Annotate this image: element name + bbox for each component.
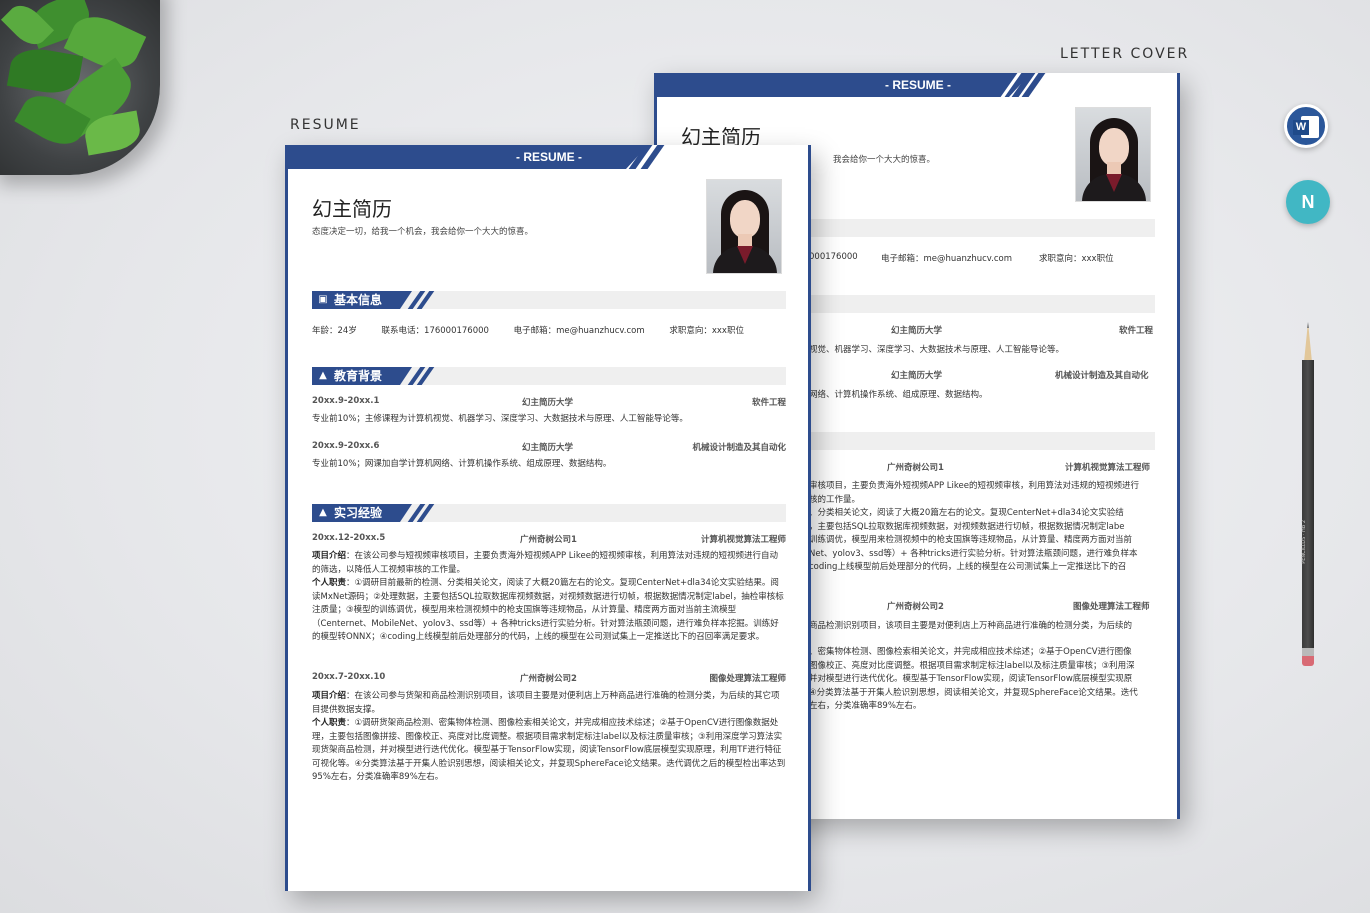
exp-line: 并对模型进行迭代优化。模型基于TensorFlow实现，阅读TensorFlow… (809, 674, 1133, 684)
exp-detail: 项目介绍：在该公司参与短视频审核项目，主要负责海外短视频APP Likee的短视… (312, 550, 786, 645)
exp-period: 20xx.12-20xx.5 (312, 533, 386, 543)
section-bar (807, 219, 1155, 237)
letter-cover-label: LETTER COVER (1060, 46, 1190, 62)
edu-school: 幻主简历大学 (522, 398, 574, 408)
edu-desc: 专业前10%；主修课程为计算机视觉、机器学习、深度学习、大数据技术与原理、人工智… (312, 414, 688, 424)
exp-role: 计算机视觉算法工程师 (1065, 463, 1151, 473)
exp-detail: 项目介绍：在该公司参与货架和商品检测识别项目，该项目主要是对便利店上万种商品进行… (312, 690, 786, 785)
edu-major: 机械设计制造及其自动化 (1055, 371, 1149, 381)
exp-line: 左右，分类准确率89%左右。 (809, 701, 922, 711)
basic-info-row: 年龄：24岁 联系电话：176000176000 电子邮箱：me@huanzhu… (312, 324, 766, 336)
pencil-label: PENCILLUS · HB 2 (1301, 520, 1307, 564)
duty-text: ：①调研货架商品检测、密集物体检测、图像检索相关论文，并完成相应技术综述；②基于… (312, 718, 786, 782)
section-title: 实习经验 (334, 506, 383, 520)
duty-label: 个人职责 (312, 578, 347, 588)
exp-line: ，主要包括SQL拉取数据库视频数据，对视频数据进行切帧，根据数据情况制定labe (809, 522, 1125, 532)
graduation-cap-icon: ▲ (319, 507, 327, 518)
section-bar (807, 295, 1155, 313)
exp-line: coding上线模型前后处理部分的代码，上线的模型在公司测试集上一定推送比下的召 (809, 562, 1127, 572)
resume-name: 幻主简历 (312, 197, 392, 221)
id-card-icon: ▣ (318, 294, 328, 305)
info-intent: 求职意向：xxx职位 (1039, 254, 1114, 264)
duty-label: 个人职责 (312, 718, 347, 728)
top-banner: - RESUME - (288, 145, 808, 169)
exp-line: 训练调优，模型用来检测视频中的枪支国旗等违规物品，从计算量、精度两方面对当前 (809, 535, 1133, 545)
banner-title: - RESUME - (516, 150, 582, 164)
edu-major: 软件工程 (1119, 326, 1154, 336)
exp-line: 核的工作量。 (809, 495, 861, 505)
edu-school: 幻主简历大学 (891, 371, 943, 381)
edu-period: 20xx.9-20xx.6 (312, 441, 380, 451)
exp-line: Net、yolov3、ssd等）+ 各种tricks进行实验分析。针对算法瓶颈问… (809, 549, 1138, 559)
experience-entry-head: 20xx.12-20xx.5 广州奇树公司1 计算机视觉算法工程师 (312, 533, 786, 545)
top-banner: - RESUME - (657, 73, 1177, 97)
edu-period: 20xx.9-20xx.1 (312, 396, 380, 406)
exp-role: 图像处理算法工程师 (709, 674, 786, 684)
edu-desc: 专业前10%；网课加自学计算机网络、计算机操作系统、组成原理、数据结构。 (312, 459, 612, 469)
exp-line: ④分类算法基于开集人脸识别思想，阅读相关论文，并复现SphereFace论文结果… (809, 688, 1138, 698)
graduation-cap-icon: ▲ (319, 370, 327, 381)
exp-company: 广州奇树公司1 (520, 535, 577, 545)
section-title: 教育背景 (334, 369, 383, 383)
edu-major: 软件工程 (751, 398, 786, 408)
intro-text: ：在该公司参与短视频审核项目，主要负责海外短视频APP Likee的短视频审核，… (312, 551, 778, 575)
exp-line: 商品检测识别项目，该项目主要是对便利店上万种商品进行准确的检测分类，为后续的 (809, 621, 1133, 631)
intro-label: 项目介绍 (312, 691, 347, 701)
info-phone: 联系电话：176000176000 (381, 326, 489, 336)
edu-desc: 网络、计算机操作系统、组成原理、数据结构。 (809, 390, 988, 400)
info-phone: 000176000 (809, 252, 858, 262)
duty-text: ：①调研目前最新的检测、分类相关论文，阅读了大概20篇左右的论文。复现Cente… (312, 578, 784, 642)
resume-sheet: - RESUME - 幻主简历 态度决定一切，给我一个机会，我会给你一个大大的惊… (285, 145, 811, 891)
banner-title: - RESUME - (885, 78, 951, 92)
pencil-decoration (1300, 322, 1316, 672)
section-basic: ▣ 基本信息 (312, 291, 786, 309)
info-intent: 求职意向：xxx职位 (669, 326, 744, 336)
education-entry-head: 20xx.9-20xx.6 幻主简历大学 机械设计制造及其自动化 (312, 441, 786, 453)
info-email: 电子邮箱：me@huanzhucv.com (513, 326, 645, 336)
exp-line: 、密集物体检测、图像检索相关论文，并完成相应技术综述；②基于OpenCV进行图像 (809, 647, 1132, 657)
exp-line: 、分类相关论文，阅读了大概20篇左右的论文。复现CenterNet+dla34论… (809, 508, 1124, 518)
profile-photo (1075, 107, 1151, 202)
pages-icon[interactable]: N (1286, 180, 1330, 224)
edu-school: 幻主简历大学 (522, 443, 574, 453)
profile-photo (706, 179, 782, 274)
edu-desc: 视觉、机器学习、深度学习、大数据技术与原理、人工智能导论等。 (809, 345, 1065, 355)
exp-company: 广州奇树公司2 (520, 674, 577, 684)
motto-text: 态度决定一切，给我一个机会，我会给你一个大大的惊喜。 (312, 227, 534, 237)
info-age: 年龄：24岁 (312, 326, 357, 336)
resume-label: RESUME (290, 117, 361, 133)
edu-major: 机械设计制造及其自动化 (692, 443, 786, 453)
word-icon[interactable]: W (1284, 104, 1328, 148)
exp-company: 广州奇树公司2 (887, 602, 944, 612)
exp-company: 广州奇树公司1 (887, 463, 944, 473)
intro-text: ：在该公司参与货架和商品检测识别项目，该项目主要是对便利店上万种商品进行准确的检… (312, 691, 780, 715)
info-email: 电子邮箱：me@huanzhucv.com (881, 254, 1013, 264)
exp-role: 计算机视觉算法工程师 (700, 535, 786, 545)
section-experience: ▲ 实习经验 (312, 504, 786, 522)
intro-label: 项目介绍 (312, 551, 347, 561)
edu-school: 幻主简历大学 (891, 326, 943, 336)
plant-decoration (0, 0, 170, 195)
education-entry-head: 20xx.9-20xx.1 幻主简历大学 软件工程 (312, 396, 786, 408)
exp-line: 图像校正、亮度对比度调整。根据项目需求制定标注label以及标注质量审核；③利用… (809, 661, 1135, 671)
experience-entry-head: 20xx.7-20xx.10 广州奇树公司2 图像处理算法工程师 (312, 672, 786, 684)
exp-period: 20xx.7-20xx.10 (312, 672, 386, 682)
section-bar (807, 432, 1155, 450)
motto-text: 我会给你一个大大的惊喜。 (833, 155, 936, 165)
section-title: 基本信息 (334, 293, 383, 307)
exp-line: 审核项目，主要负责海外短视频APP Likee的短视频审核，利用算法对违规的短视… (809, 481, 1139, 491)
exp-role: 图像处理算法工程师 (1073, 602, 1150, 612)
section-education: ▲ 教育背景 (312, 367, 786, 385)
